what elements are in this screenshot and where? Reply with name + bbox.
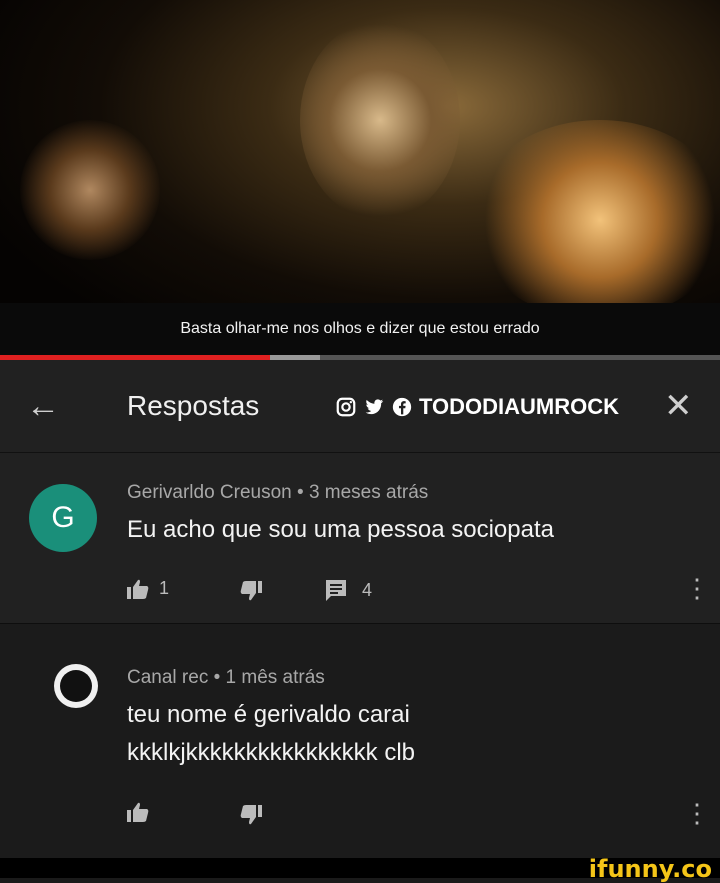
watermark: TODODIAUMROCK [335, 394, 619, 420]
avatar[interactable] [54, 664, 98, 708]
twitter-icon [365, 399, 384, 415]
arrow-left-icon[interactable]: ← [26, 386, 60, 426]
facebook-icon [392, 397, 412, 417]
thumbs-up-icon [127, 579, 149, 599]
comment-item: G Gerivarldo Creuson • 3 meses atrás Eu … [0, 453, 720, 623]
video-caption: Basta olhar-me nos olhos e dizer que est… [180, 320, 540, 337]
like-button[interactable]: 1 [127, 578, 169, 599]
video-face-glow [300, 20, 460, 220]
comment-meta: Canal rec • 1 mês atrás [127, 667, 325, 688]
video-fire-glow [470, 120, 720, 320]
comment-text: teu nome é gerivaldo carai [127, 701, 410, 728]
replies-button[interactable]: 4 [325, 579, 372, 601]
like-button[interactable] [127, 802, 149, 822]
watermark-text: TODODIAUMROCK [419, 394, 620, 419]
comment-icon [326, 580, 346, 601]
replies-header: ← Respostas TODODIAUMROCK ✕ [0, 360, 720, 453]
like-count: 1 [159, 578, 170, 598]
thumbs-up-icon [127, 802, 149, 822]
close-icon[interactable]: ✕ [664, 386, 693, 426]
instagram-icon [336, 397, 356, 417]
comment-text: kkklkjkkkkkkkkkkkkkkkk clb [127, 739, 416, 766]
dislike-button[interactable] [240, 805, 262, 825]
comment-text: Eu acho que sou uma pessoa sociopata [127, 516, 554, 543]
dislike-button[interactable] [240, 581, 262, 601]
reply-count: 4 [362, 579, 373, 600]
ifunny-watermark: ifunny.co [588, 855, 712, 883]
video-hand-glow [20, 120, 160, 260]
more-vert-icon[interactable]: ⋮ [684, 575, 710, 601]
comment-item: Canal rec • 1 mês atrás teu nome é geriv… [0, 623, 720, 859]
video-frame[interactable] [0, 0, 720, 355]
avatar[interactable]: G [29, 484, 97, 552]
header-title: Respostas [127, 390, 260, 421]
more-vert-icon[interactable]: ⋮ [684, 800, 710, 826]
comment-meta: Gerivarldo Creuson • 3 meses atrás [127, 482, 429, 503]
thumbs-down-icon [240, 805, 262, 825]
thumbs-down-icon [240, 581, 262, 601]
